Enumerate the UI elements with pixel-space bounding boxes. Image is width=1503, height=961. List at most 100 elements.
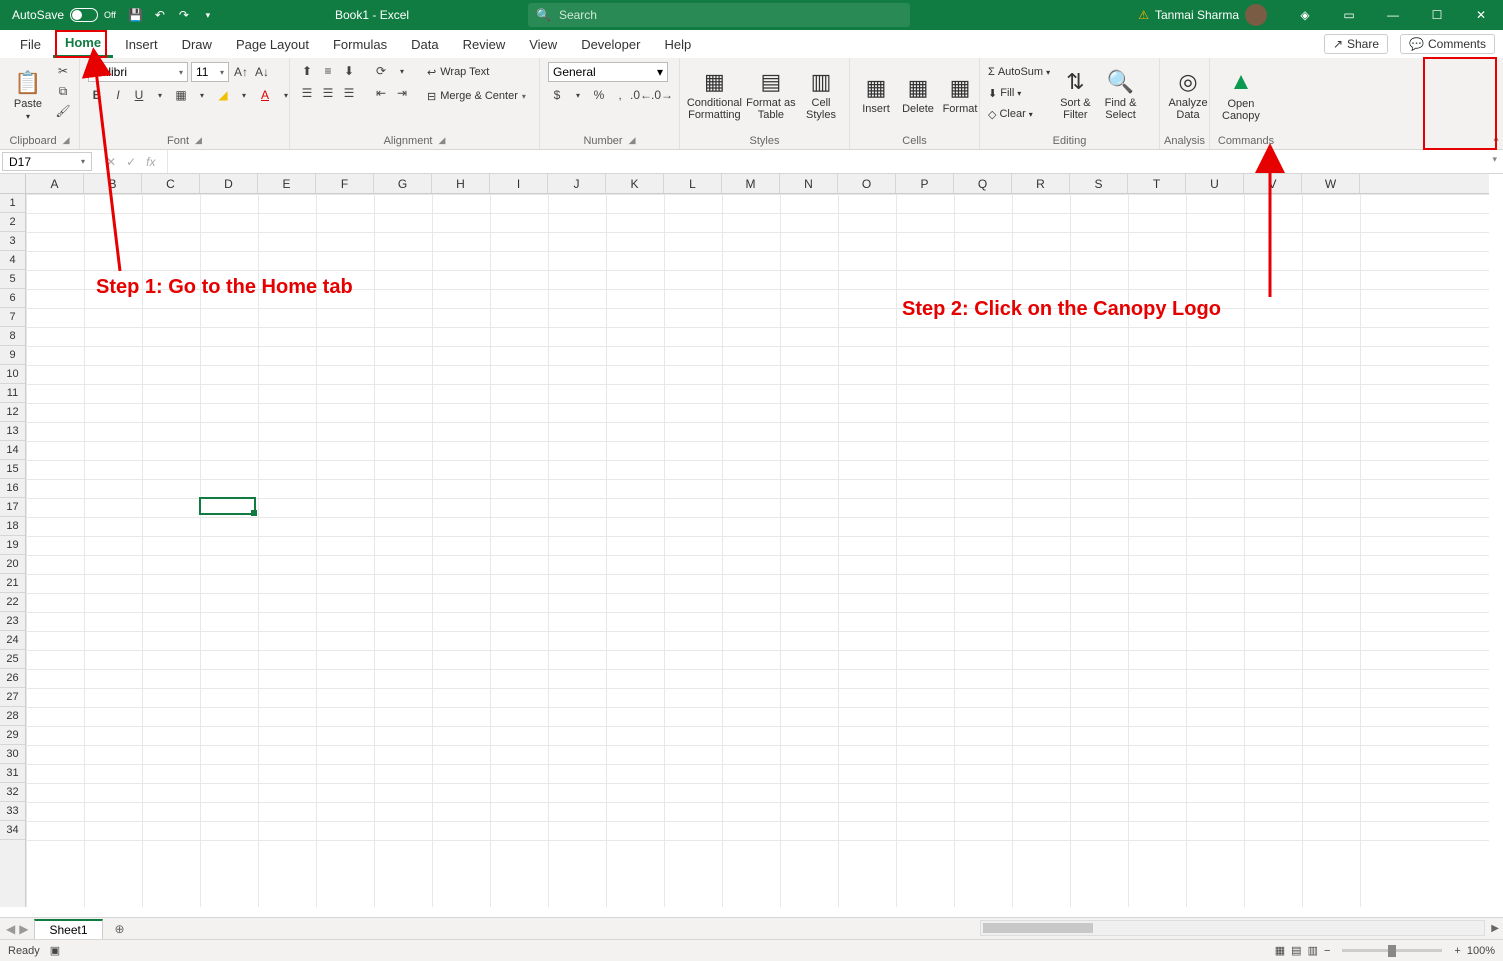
select-all-corner[interactable] [0,174,26,194]
tab-view[interactable]: View [517,30,569,58]
row-header[interactable]: 12 [0,403,25,422]
increase-decimal-icon[interactable]: .0← [632,86,650,104]
decrease-decimal-icon[interactable]: .0→ [653,86,671,104]
column-header[interactable]: C [142,174,200,193]
row-header[interactable]: 4 [0,251,25,270]
collapse-ribbon-icon[interactable]: ˄ [1493,134,1499,145]
row-header[interactable]: 21 [0,574,25,593]
column-header[interactable]: U [1186,174,1244,193]
row-header[interactable]: 26 [0,669,25,688]
row-header[interactable]: 10 [0,365,25,384]
cut-icon[interactable]: ✂ [54,62,72,80]
row-header[interactable]: 34 [0,821,25,840]
column-header[interactable]: R [1012,174,1070,193]
font-size-select[interactable]: 11▾ [191,62,229,82]
row-header[interactable]: 25 [0,650,25,669]
row-header[interactable]: 2 [0,213,25,232]
column-header[interactable]: J [548,174,606,193]
row-header[interactable]: 18 [0,517,25,536]
user-account[interactable]: ⚠ Tanmai Sharma [1138,4,1267,26]
row-header[interactable]: 28 [0,707,25,726]
row-header[interactable]: 11 [0,384,25,403]
find-select-button[interactable]: 🔍Find & Select [1101,62,1141,128]
macro-record-icon[interactable]: ▣ [50,944,60,957]
analyze-data-button[interactable]: ◎Analyze Data [1168,62,1208,128]
tab-page-layout[interactable]: Page Layout [224,30,321,58]
row-header[interactable]: 32 [0,783,25,802]
row-header[interactable]: 9 [0,346,25,365]
column-header[interactable]: N [780,174,838,193]
expand-formula-bar-icon[interactable]: ▾ [1486,150,1503,173]
align-right-icon[interactable]: ☰ [340,84,358,102]
cell-styles-button[interactable]: ▥Cell Styles [801,62,841,128]
scroll-right-icon[interactable]: ▶ [1491,923,1499,934]
chevron-down-icon[interactable]: ▾ [569,86,587,104]
fill-color-button[interactable]: ◢ [214,86,232,104]
normal-view-icon[interactable]: ▦ [1275,944,1285,957]
column-header[interactable]: M [722,174,780,193]
row-header[interactable]: 30 [0,745,25,764]
format-cells-button[interactable]: ▦Format [942,62,978,128]
minimize-icon[interactable]: — [1371,0,1415,30]
column-header[interactable]: T [1128,174,1186,193]
row-header[interactable]: 7 [0,308,25,327]
wrap-text-button[interactable]: ↩Wrap Text [423,62,530,82]
increase-indent-icon[interactable]: ⇥ [393,84,411,102]
conditional-formatting-button[interactable]: ▦Conditional Formatting [688,62,741,128]
align-top-icon[interactable]: ⬆ [298,62,316,80]
row-header[interactable]: 13 [0,422,25,441]
align-bottom-icon[interactable]: ⬇ [340,62,358,80]
column-header[interactable]: V [1244,174,1302,193]
column-header[interactable]: E [258,174,316,193]
ribbon-display-options-icon[interactable]: ◈ [1283,0,1327,30]
format-painter-icon[interactable]: 🖌 [54,102,72,120]
row-header[interactable]: 16 [0,479,25,498]
column-header[interactable]: P [896,174,954,193]
autosave-toggle[interactable]: AutoSave Off [12,8,116,22]
sheet-tab[interactable]: Sheet1 [34,919,102,939]
fill-button[interactable]: ⬇Fill▾ [988,83,1050,103]
formula-input[interactable] [168,150,1486,173]
row-header[interactable]: 19 [0,536,25,555]
underline-button[interactable]: U [130,86,148,104]
enter-formula-icon[interactable]: ✓ [126,155,136,169]
row-header[interactable]: 20 [0,555,25,574]
align-center-icon[interactable]: ☰ [319,84,337,102]
page-layout-view-icon[interactable]: ▤ [1291,944,1301,957]
page-break-view-icon[interactable]: ▥ [1308,944,1318,957]
qat-customize-icon[interactable]: ▾ [200,7,216,23]
row-header[interactable]: 22 [0,593,25,612]
row-header[interactable]: 5 [0,270,25,289]
column-header[interactable]: O [838,174,896,193]
decrease-indent-icon[interactable]: ⇤ [372,84,390,102]
font-name-select[interactable]: Calibri▾ [88,62,188,82]
row-header[interactable]: 31 [0,764,25,783]
increase-font-icon[interactable]: A↑ [232,63,250,81]
app-mode-icon[interactable]: ▭ [1327,0,1371,30]
align-left-icon[interactable]: ☰ [298,84,316,102]
sort-filter-button[interactable]: ⇅Sort & Filter [1056,62,1095,128]
column-header[interactable]: B [84,174,142,193]
zoom-out-icon[interactable]: − [1324,945,1330,957]
row-header[interactable]: 23 [0,612,25,631]
autosum-button[interactable]: ΣAutoSum▾ [988,62,1050,82]
horizontal-scrollbar[interactable] [980,920,1485,936]
chevron-down-icon[interactable]: ▾ [193,86,211,104]
undo-icon[interactable]: ↶ [152,7,168,23]
tab-review[interactable]: Review [451,30,518,58]
close-icon[interactable]: ✕ [1459,0,1503,30]
italic-button[interactable]: I [109,86,127,104]
row-header[interactable]: 27 [0,688,25,707]
row-header[interactable]: 1 [0,194,25,213]
tab-formulas[interactable]: Formulas [321,30,399,58]
row-header[interactable]: 8 [0,327,25,346]
chevron-down-icon[interactable]: ▾ [393,62,411,80]
number-format-select[interactable]: General▾ [548,62,668,82]
row-header[interactable]: 15 [0,460,25,479]
border-button[interactable]: ▦ [172,86,190,104]
tab-home[interactable]: Home [53,30,113,58]
add-sheet-button[interactable]: ⊕ [115,922,125,936]
format-as-table-button[interactable]: ▤Format as Table [747,62,795,128]
tab-developer[interactable]: Developer [569,30,652,58]
column-header[interactable]: K [606,174,664,193]
